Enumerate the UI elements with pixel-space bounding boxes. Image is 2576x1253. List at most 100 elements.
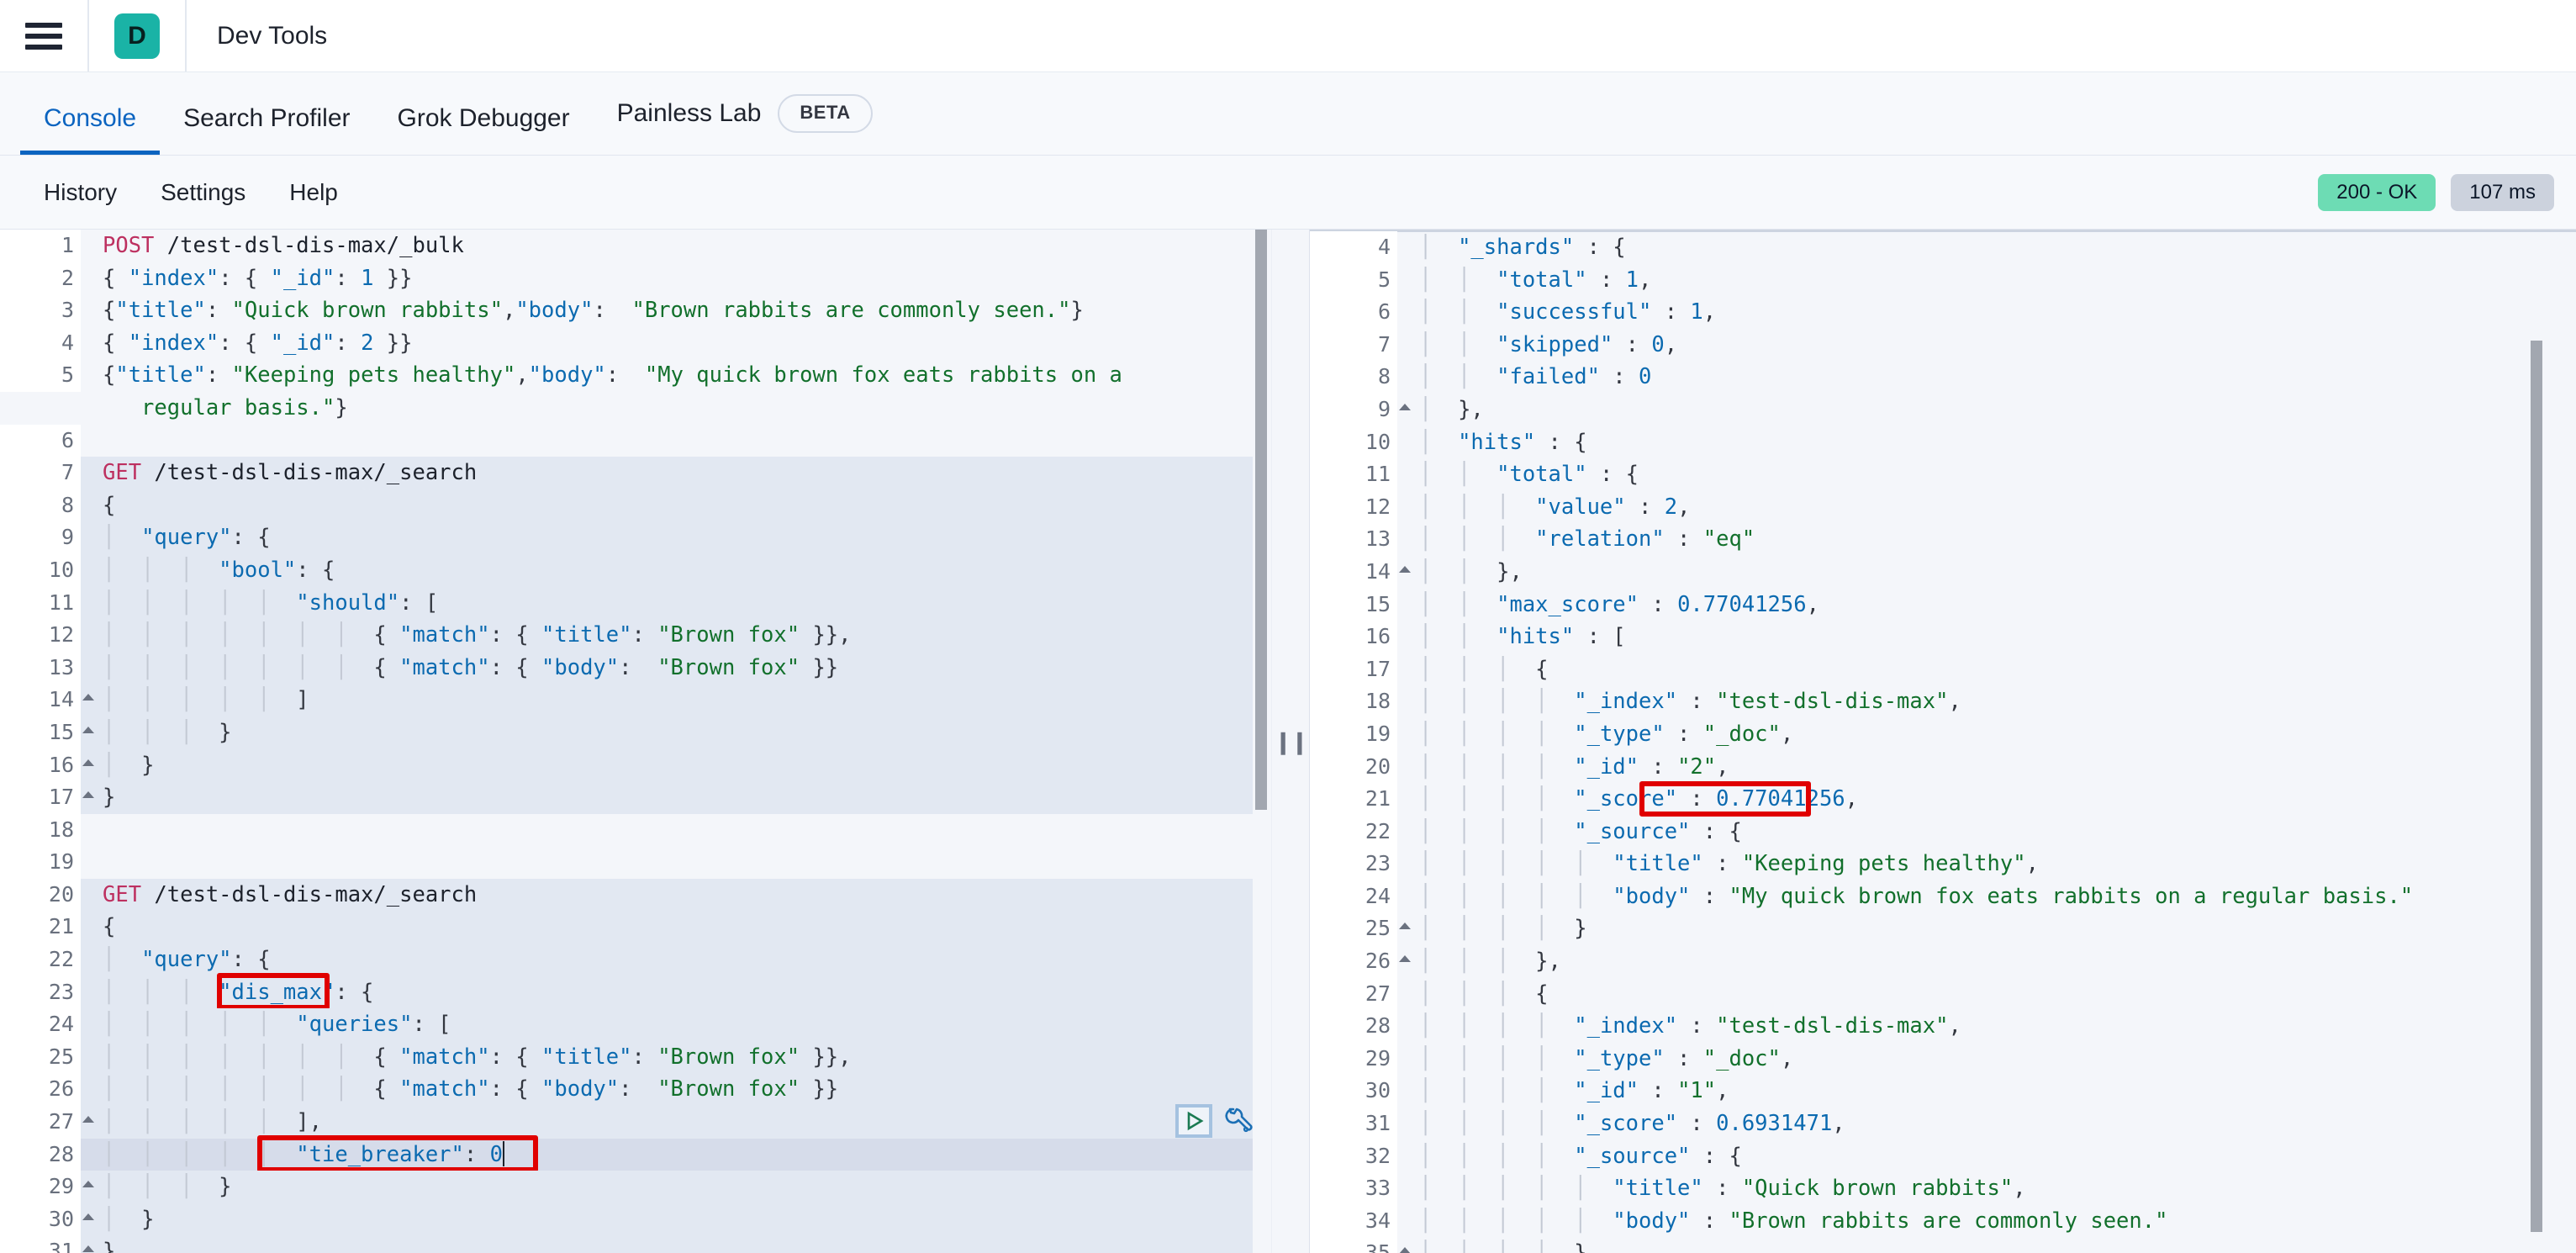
tab-label: Search Profiler <box>183 104 350 133</box>
code-line[interactable]: 1POST /test-dsl-dis-max/_bulk <box>0 230 1271 262</box>
code-line[interactable]: 29│ │ │ } <box>0 1171 1271 1203</box>
code-token: 0.6931471 <box>1716 1111 1832 1136</box>
code-line-text: │ }, <box>1397 394 2576 426</box>
code-line[interactable]: 7GET /test-dsl-dis-max/_search <box>0 457 1271 489</box>
code-line[interactable]: 2{ "index": { "_id": 1 }} <box>0 262 1271 295</box>
tab-painless-lab[interactable]: Painless Lab BETA <box>594 94 896 155</box>
code-line[interactable]: 26│ │ │ │ │ │ │ { "match": { "body": "Br… <box>0 1073 1271 1106</box>
settings-button[interactable]: Settings <box>139 179 267 206</box>
app-logo-button[interactable]: D <box>89 0 187 71</box>
line-number: 8 <box>1310 361 1397 394</box>
code-line-text: │ │ │ │ "_id" : "1", <box>1397 1075 2576 1108</box>
code-line-text: } <box>81 781 1271 814</box>
code-line[interactable]: 22│ "query": { <box>0 944 1271 976</box>
hamburger-menu-icon[interactable] <box>25 23 62 50</box>
code-line[interactable]: 18 <box>0 814 1271 847</box>
code-line[interactable]: 16│ } <box>0 749 1271 782</box>
request-editor-pane[interactable]: 1POST /test-dsl-dis-max/_bulk2{ "index":… <box>0 230 1271 1253</box>
request-editor-code[interactable]: 1POST /test-dsl-dis-max/_bulk2{ "index":… <box>0 230 1271 1253</box>
code-line[interactable]: 23│ │ │ "dis_max": { <box>0 976 1271 1009</box>
code-token: │ │ <box>1419 592 1497 617</box>
play-icon[interactable] <box>1175 1104 1212 1138</box>
line-number: 22 <box>1310 816 1397 849</box>
code-line[interactable]: 24│ │ │ │ │ "queries": [ <box>0 1008 1271 1041</box>
code-line[interactable]: 8{ <box>0 489 1271 522</box>
line-number: 18 <box>0 814 81 847</box>
help-button[interactable]: Help <box>267 179 360 206</box>
code-line[interactable]: 3{"title": "Quick brown rabbits","body":… <box>0 294 1271 327</box>
code-line: 32│ │ │ │ "_source" : { <box>1310 1140 2576 1173</box>
code-token: │ │ │ │ │ <box>1419 851 1613 876</box>
code-line[interactable]: 9│ "query": { <box>0 521 1271 554</box>
code-line[interactable]: 12│ │ │ │ │ │ │ { "match": { "title": "B… <box>0 619 1271 652</box>
code-line-text: │ │ │ "bool": { <box>81 554 1271 587</box>
code-line[interactable]: 13│ │ │ │ │ │ │ { "match": { "body": "Br… <box>0 652 1271 685</box>
code-line[interactable]: 27│ │ │ │ │ ], <box>0 1106 1271 1139</box>
code-token: "Brown fox" <box>657 655 800 680</box>
code-line[interactable]: 14│ │ │ │ │ ] <box>0 684 1271 716</box>
code-token: : [ <box>1574 624 1625 649</box>
left-scrollbar-thumb[interactable] <box>1255 230 1267 810</box>
code-line[interactable]: 30│ } <box>0 1203 1271 1236</box>
code-line[interactable]: 17} <box>0 781 1271 814</box>
code-token: }}, <box>800 622 851 648</box>
code-token: , <box>1703 299 1716 325</box>
code-line-text: │ │ │ │ "_score" : 0.77041256, <box>1397 783 2576 816</box>
code-token: , <box>2013 1176 2025 1201</box>
code-line[interactable]: 10│ │ │ "bool": { <box>0 554 1271 587</box>
code-line: 11│ │ "total" : { <box>1310 458 2576 491</box>
code-line[interactable]: 20GET /test-dsl-dis-max/_search <box>0 879 1271 912</box>
code-line[interactable]: regular basis."} <box>0 392 1271 425</box>
tab-search-profiler[interactable]: Search Profiler <box>160 104 373 155</box>
right-scrollbar-thumb[interactable] <box>2531 341 2542 1232</box>
code-line[interactable]: 19 <box>0 846 1271 879</box>
code-token: "_index" <box>1574 1013 1677 1039</box>
code-line[interactable]: 6 <box>0 425 1271 457</box>
code-line[interactable]: 5{"title": "Keeping pets healthy","body"… <box>0 359 1271 392</box>
code-token: }} <box>373 330 412 356</box>
code-token: "successful" <box>1497 299 1651 325</box>
code-line-text: GET /test-dsl-dis-max/_search <box>81 879 1271 912</box>
pane-resize-handle[interactable]: ❙❙ <box>1271 230 1310 1253</box>
response-viewer-pane[interactable]: 4│ "_shards" : {5│ │ "total" : 1,6│ │ "s… <box>1310 230 2576 1253</box>
code-line: 4│ "_shards" : { <box>1310 231 2576 264</box>
code-line-text: │ │ │ │ │ "body" : "Brown rabbits are co… <box>1397 1205 2576 1238</box>
code-line[interactable]: 21{ <box>0 911 1271 944</box>
code-token: : { <box>1690 1144 1741 1169</box>
history-button[interactable]: History <box>22 179 139 206</box>
code-line[interactable]: 11│ │ │ │ │ "should": [ <box>0 587 1271 620</box>
request-actions[interactable] <box>1175 1104 1254 1138</box>
line-number: 13 <box>1310 523 1397 556</box>
code-token: "max_score" <box>1497 592 1639 617</box>
code-token: "tie_breaker" <box>296 1142 464 1167</box>
line-number: 27 <box>0 1106 81 1139</box>
code-token: GET <box>103 882 141 907</box>
code-token: 1 <box>1690 299 1702 325</box>
code-token: : { <box>1690 819 1741 844</box>
tab-grok-debugger[interactable]: Grok Debugger <box>374 104 594 155</box>
menu-button[interactable] <box>0 0 89 71</box>
tab-console[interactable]: Console <box>20 104 160 155</box>
code-token: 0 <box>1639 364 1651 389</box>
code-line[interactable]: 28│ │ │ │ │ "tie_breaker": 0 <box>0 1139 1271 1171</box>
code-token: "_shards" <box>1458 235 1574 260</box>
code-token: "1" <box>1677 1078 1716 1103</box>
wrench-icon[interactable] <box>1221 1104 1254 1138</box>
code-line-text: │ "query": { <box>81 521 1271 554</box>
code-line-text: │ │ │ │ │ "queries": [ <box>81 1008 1271 1041</box>
code-token: │ <box>1419 430 1458 455</box>
code-token: "_id" <box>271 330 335 356</box>
code-token: /test-dsl-dis-max/_search <box>141 882 477 907</box>
code-line-text: │ │ │ { <box>1397 653 2576 686</box>
play-triangle-icon <box>1183 1110 1205 1132</box>
code-line[interactable]: 31} <box>0 1235 1271 1253</box>
code-token: "relation" <box>1535 526 1665 552</box>
code-token: { <box>373 622 399 648</box>
code-line[interactable]: 15│ │ │ } <box>0 716 1271 749</box>
code-line[interactable]: 25│ │ │ │ │ │ │ { "match": { "title": "B… <box>0 1041 1271 1074</box>
code-token: }} <box>800 655 838 680</box>
code-line[interactable]: 4{ "index": { "_id": 2 }} <box>0 327 1271 360</box>
code-token: "hits" <box>1497 624 1574 649</box>
code-line-text: │ │ │ "dis_max": { <box>81 976 1271 1009</box>
code-token: 0 <box>1651 332 1664 357</box>
